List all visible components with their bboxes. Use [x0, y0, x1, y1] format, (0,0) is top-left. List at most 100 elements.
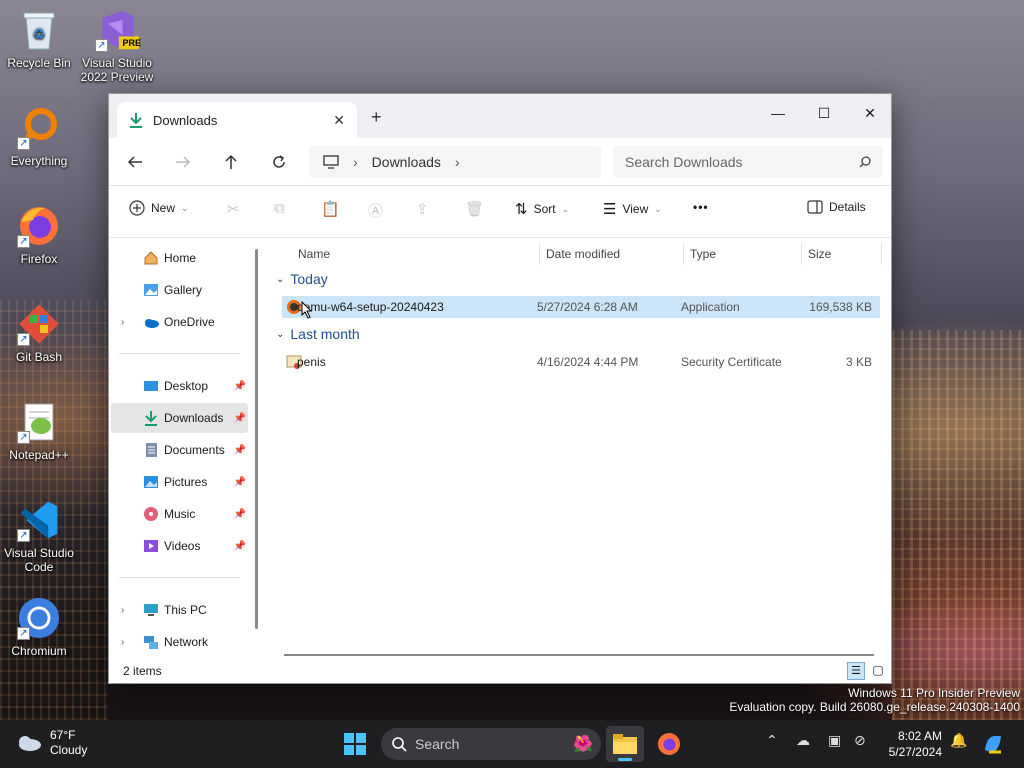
- chevron-right-icon[interactable]: ›: [121, 605, 124, 616]
- network-disconnected-icon[interactable]: ⊘: [854, 732, 866, 749]
- close-button[interactable]: ✕: [847, 99, 893, 127]
- details-pane-button[interactable]: Details: [807, 200, 866, 214]
- pin-icon: 📌: [233, 380, 246, 392]
- desktop-icon-chromium[interactable]: ↗ Chromium: [1, 596, 77, 658]
- maximize-button[interactable]: ☐: [801, 99, 847, 127]
- paste-icon[interactable]: 📋: [321, 200, 340, 218]
- chevron-right-icon[interactable]: ›: [455, 154, 460, 170]
- chevron-right-icon[interactable]: ›: [121, 637, 124, 648]
- pin-icon: 📌: [233, 540, 246, 552]
- desktop-icon-label: Visual Studio Code: [4, 546, 74, 574]
- back-button[interactable]: [111, 155, 159, 169]
- sidebar-item-downloads[interactable]: Downloads 📌: [111, 403, 248, 433]
- sidebar-scrollbar[interactable]: [255, 249, 258, 629]
- up-button[interactable]: [207, 154, 255, 170]
- taskbar-search[interactable]: Search 🌺: [381, 728, 601, 760]
- tiles-view-toggle-icon[interactable]: ▢: [869, 662, 887, 680]
- more-options-button[interactable]: •••: [693, 200, 709, 214]
- tab-downloads[interactable]: Downloads ✕: [117, 102, 357, 138]
- desktop-icon-visual-studio[interactable]: PRE ↗ Visual Studio 2022 Preview: [79, 8, 155, 84]
- back-arrow-icon: [127, 155, 142, 168]
- refresh-icon: [273, 154, 285, 168]
- desktop-icon-git-bash[interactable]: ↗ Git Bash: [1, 302, 77, 364]
- weather-widget[interactable]: 67°F Cloudy: [16, 728, 87, 758]
- copy-icon[interactable]: ⧉: [274, 200, 285, 217]
- tab-close-button[interactable]: ✕: [333, 112, 345, 129]
- windows-logo-icon: [344, 733, 366, 755]
- sort-label: Sort: [533, 202, 556, 216]
- file-date: 5/27/2024 6:28 AM: [537, 300, 638, 314]
- notification-bell-icon[interactable]: 🔔: [950, 732, 967, 749]
- title-bar[interactable]: Downloads ✕ + — ☐ ✕: [109, 94, 891, 138]
- sidebar-item-this-pc[interactable]: › This PC: [111, 595, 248, 625]
- home-icon: [144, 251, 158, 265]
- group-header-last-month[interactable]: ⌄ Last month: [276, 326, 360, 342]
- system-clock[interactable]: 8:02 AM 5/27/2024: [884, 728, 942, 760]
- shortcut-arrow-icon: ↗: [17, 235, 30, 248]
- refresh-button[interactable]: [255, 154, 303, 170]
- desktop-icon-vscode[interactable]: ↗ Visual Studio Code: [1, 498, 77, 574]
- desktop-icon-notepad-plus-plus[interactable]: ↗ Notepad++: [1, 400, 77, 462]
- chevron-up-icon[interactable]: ⌃: [766, 732, 778, 749]
- copilot-button[interactable]: [974, 726, 1012, 762]
- column-header-date-modified[interactable]: Date modified: [540, 243, 684, 265]
- forward-arrow-icon: [176, 155, 191, 168]
- display-icon[interactable]: ▣: [828, 732, 841, 749]
- sidebar-item-gallery[interactable]: Gallery: [111, 275, 248, 305]
- sidebar-item-videos[interactable]: Videos 📌: [111, 531, 248, 561]
- share-icon[interactable]: ⇪: [416, 200, 429, 218]
- view-button[interactable]: ☰ View ⌄: [603, 200, 662, 218]
- details-view-toggle-icon[interactable]: ☰: [847, 662, 865, 680]
- desktop-icon-label: Recycle Bin: [7, 56, 71, 70]
- chevron-right-icon: ›: [353, 154, 358, 170]
- visual-studio-icon: PRE ↗: [95, 8, 141, 52]
- music-folder-icon: [144, 507, 158, 521]
- sidebar-item-home[interactable]: Home: [111, 243, 248, 273]
- minimize-button[interactable]: —: [755, 99, 801, 127]
- file-row[interactable]: qemu-w64-setup-20240423 5/27/2024 6:28 A…: [282, 296, 880, 318]
- cut-icon[interactable]: ✂: [227, 200, 240, 218]
- column-header-size[interactable]: Size: [802, 243, 882, 265]
- search-highlight-icon: 🌺: [573, 736, 593, 753]
- sidebar-item-documents[interactable]: Documents 📌: [111, 435, 248, 465]
- desktop-icon-recycle-bin[interactable]: ♻ Recycle Bin: [1, 8, 77, 70]
- file-row[interactable]: penis 4/16/2024 4:44 PM Security Certifi…: [282, 351, 880, 373]
- column-header-type[interactable]: Type: [684, 243, 802, 265]
- new-button[interactable]: New ⌄: [129, 200, 189, 216]
- sidebar-item-pictures[interactable]: Pictures 📌: [111, 467, 248, 497]
- group-header-today[interactable]: ⌄ Today: [276, 271, 328, 287]
- sort-icon: ⇅: [515, 201, 528, 218]
- sidebar-item-network[interactable]: › Network: [111, 627, 248, 657]
- search-input[interactable]: Search Downloads: [613, 146, 883, 178]
- desktop-icon-label: Notepad++: [9, 448, 69, 462]
- file-explorer-window[interactable]: Downloads ✕ + — ☐ ✕ › Downloads › Search…: [108, 93, 892, 684]
- chevron-down-icon: ⌄: [276, 328, 285, 340]
- start-button[interactable]: [336, 726, 374, 762]
- onedrive-offline-icon[interactable]: ☁: [796, 732, 810, 749]
- sidebar-item-onedrive[interactable]: › OneDrive: [111, 307, 248, 337]
- column-header-name[interactable]: Name: [292, 243, 540, 265]
- horizontal-scrollbar[interactable]: [284, 654, 874, 656]
- taskbar-file-explorer[interactable]: [606, 726, 644, 762]
- desktop-icon-firefox[interactable]: ↗ Firefox: [1, 204, 77, 266]
- address-bar[interactable]: › Downloads ›: [309, 146, 601, 178]
- sort-button[interactable]: ⇅ Sort ⌄: [515, 200, 569, 218]
- taskbar-firefox[interactable]: [650, 726, 688, 762]
- chevron-right-icon[interactable]: ›: [121, 317, 124, 328]
- rename-icon[interactable]: Ⓐ: [368, 200, 383, 221]
- forward-button[interactable]: [159, 155, 207, 169]
- vscode-icon: ↗: [17, 498, 61, 542]
- taskbar-search-placeholder: Search: [415, 736, 460, 752]
- sidebar-item-desktop[interactable]: Desktop 📌: [111, 371, 248, 401]
- downloads-folder-icon: [145, 411, 157, 426]
- tab-title: Downloads: [153, 112, 218, 128]
- delete-icon[interactable]: 🗑: [465, 200, 484, 218]
- desktop-icon-everything[interactable]: ↗ Everything: [1, 106, 77, 168]
- plus-circle-icon: [129, 200, 145, 216]
- desktop-folder-icon: [144, 381, 158, 391]
- file-explorer-icon: [613, 734, 637, 754]
- new-tab-button[interactable]: +: [371, 107, 382, 128]
- file-size: 169,538 KB: [809, 300, 872, 314]
- sidebar-item-music[interactable]: Music 📌: [111, 499, 248, 529]
- breadcrumb-downloads[interactable]: Downloads: [372, 154, 441, 170]
